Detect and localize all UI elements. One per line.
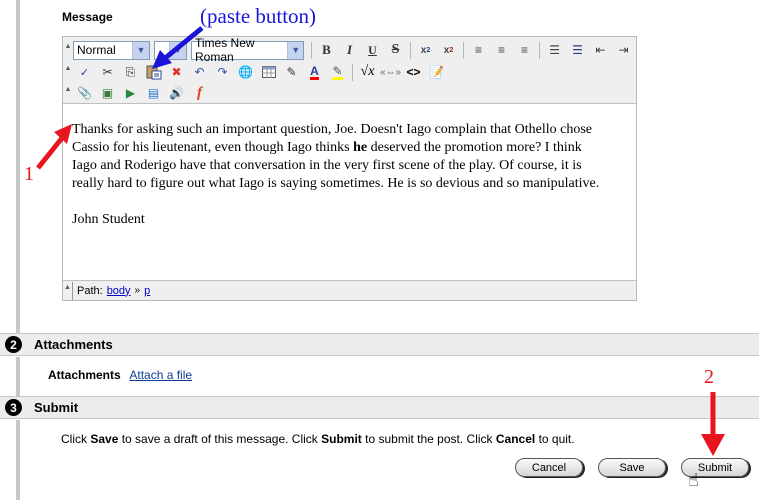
collapse-toolbar-icon[interactable]: ▲: [63, 39, 73, 61]
message-bold-text: he: [353, 140, 368, 155]
strikethrough-icon[interactable]: S: [384, 40, 407, 60]
insert-video-icon[interactable]: ▶: [119, 83, 142, 103]
instruction-text: Click: [61, 432, 91, 446]
step-number-badge: 2: [5, 336, 22, 353]
attach-file-icon[interactable]: 📎: [73, 83, 96, 103]
text-color-icon[interactable]: A: [303, 62, 326, 82]
underline-icon[interactable]: U: [361, 40, 384, 60]
step-2-annotation: 2: [704, 366, 714, 388]
align-center-icon[interactable]: ≡: [490, 40, 513, 60]
hand-cursor-icon: ☝: [688, 470, 699, 490]
instruction-text: to quit.: [535, 432, 575, 446]
path-separator: »: [134, 285, 141, 296]
message-signature: John Student: [72, 212, 145, 227]
italic-icon[interactable]: I: [338, 40, 361, 60]
toolbar-separator: [410, 41, 411, 59]
equation-icon[interactable]: √x: [356, 62, 379, 82]
submit-section-header: 3 Submit: [0, 396, 759, 419]
submit-instructions: Click Save to save a draft of this messa…: [61, 432, 575, 446]
cancel-button[interactable]: Cancel: [515, 458, 583, 477]
attachments-label: Attachments: [48, 368, 121, 382]
toolbar-row-1: ▲ Normal ▼ ▼ Times New Roman ▼ B I U S x…: [63, 36, 635, 64]
instruction-bold: Cancel: [495, 432, 536, 446]
instruction-text: to submit the post. Click: [361, 432, 496, 446]
insert-link-icon[interactable]: 🌐: [234, 62, 257, 82]
attachments-section-header: 2 Attachments: [0, 333, 759, 356]
highlight-color-icon[interactable]: ✎: [326, 62, 349, 82]
chevron-down-icon: ▼: [132, 41, 149, 59]
toolbar-separator: [311, 41, 312, 59]
instruction-text: to save a draft of this message. Click: [118, 432, 322, 446]
bold-icon[interactable]: B: [315, 40, 338, 60]
chevron-down-icon: ▼: [287, 41, 303, 59]
format-select[interactable]: Normal ▼: [73, 40, 150, 60]
indent-icon[interactable]: ⇥: [612, 40, 635, 60]
rich-text-editor: ▲ Normal ▼ ▼ Times New Roman ▼ B I U S x…: [62, 36, 637, 301]
red-arrow-1-icon: [36, 124, 72, 170]
blue-arrow-icon: [152, 26, 204, 69]
editor-toolbar: ▲ Normal ▼ ▼ Times New Roman ▼ B I U S x…: [63, 36, 636, 104]
toolbar-separator: [539, 41, 540, 59]
path-label: Path:: [77, 284, 103, 297]
align-right-icon[interactable]: ≡: [513, 40, 536, 60]
attachments-row: Attachments Attach a file: [48, 368, 192, 382]
left-border-rule: [16, 0, 20, 333]
superscript-icon[interactable]: x2: [437, 40, 460, 60]
format-select-value: Normal: [77, 43, 116, 57]
message-label: Message: [62, 10, 113, 24]
cut-icon[interactable]: ✂: [96, 62, 119, 82]
insert-flash-icon[interactable]: f: [188, 83, 211, 103]
red-arrow-2-icon: [701, 392, 725, 456]
insert-web-page-icon[interactable]: ▤: [142, 83, 165, 103]
anchor-icon[interactable]: «⇔»: [379, 62, 402, 82]
attach-file-link[interactable]: Attach a file: [129, 368, 192, 382]
editor-path-bar: ▲ Path: body » p: [63, 280, 636, 300]
left-border-rule: [16, 357, 20, 397]
align-left-icon[interactable]: ≡: [467, 40, 490, 60]
instruction-bold: Submit: [321, 432, 362, 446]
insert-audio-icon[interactable]: 🔊: [165, 83, 188, 103]
copy-icon[interactable]: ⎘: [119, 62, 142, 82]
step-number-badge: 3: [5, 399, 22, 416]
preview-icon[interactable]: 📝: [425, 62, 448, 82]
message-paragraph: Thanks for asking such an important ques…: [72, 121, 602, 193]
left-border-rule: [16, 420, 20, 500]
submit-section-title: Submit: [34, 400, 79, 415]
path-link-body[interactable]: body: [107, 285, 131, 297]
outdent-icon[interactable]: ⇤: [589, 40, 612, 60]
toolbar-separator: [352, 63, 353, 81]
insert-image-icon[interactable]: ▣: [96, 83, 119, 103]
ordered-list-icon[interactable]: ☰: [543, 40, 566, 60]
collapse-toolbar-icon[interactable]: ▲: [63, 82, 73, 104]
draw-line-icon[interactable]: ✎: [280, 62, 303, 82]
save-button[interactable]: Save: [598, 458, 666, 477]
spellcheck-icon[interactable]: ✓: [73, 62, 96, 82]
paste-button-annotation: (paste button): [200, 4, 317, 28]
redo-icon[interactable]: ↷: [211, 62, 234, 82]
toolbar-row-2: ▲ ✓ ✂ ⎘ ✖ ↶ ↷ 🌐 ✎ A ✎ √x «⇔» <> 📝: [63, 61, 448, 83]
editor-content-area[interactable]: Thanks for asking such an important ques…: [72, 121, 602, 247]
collapse-toolbar-icon[interactable]: ▲: [63, 61, 73, 83]
attachments-section-title: Attachments: [34, 337, 113, 352]
step-1-annotation: 1: [24, 163, 34, 185]
subscript-icon[interactable]: x2: [414, 40, 437, 60]
collapse-path-icon[interactable]: ▲: [63, 281, 73, 300]
toolbar-separator: [463, 41, 464, 59]
instruction-bold: Save: [90, 432, 119, 446]
toolbar-row-3: ▲ 📎 ▣ ▶ ▤ 🔊 f: [63, 82, 211, 104]
path-link-p[interactable]: p: [144, 285, 150, 297]
insert-table-icon[interactable]: [257, 62, 280, 82]
unordered-list-icon[interactable]: ☰: [566, 40, 589, 60]
html-source-icon[interactable]: <>: [402, 62, 425, 82]
